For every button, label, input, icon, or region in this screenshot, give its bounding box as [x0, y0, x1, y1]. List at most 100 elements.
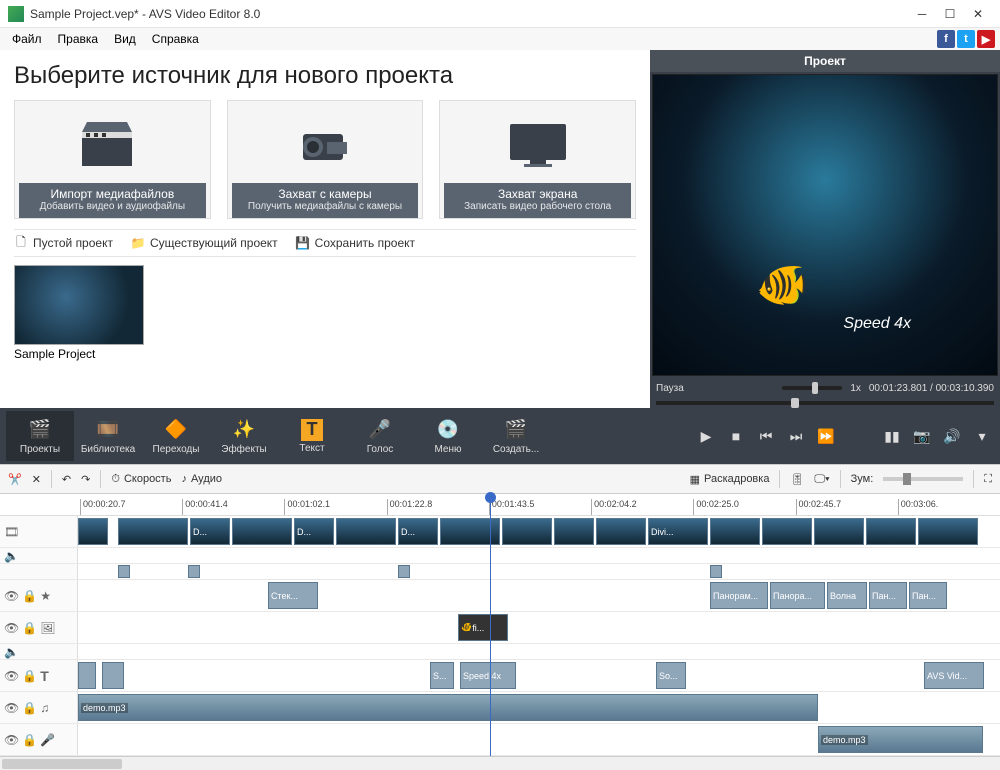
clapper-icon: 🎬 [28, 418, 52, 442]
tab-text[interactable]: TТекст [278, 411, 346, 461]
prev-button[interactable]: ⏮ [754, 424, 778, 448]
aspect-button[interactable]: 🖵▾ [814, 473, 829, 486]
speed-button[interactable]: ⏱Скорость [111, 473, 171, 486]
video-track-body[interactable]: D... D... D... Divi... [78, 516, 1000, 547]
effect-track: 👁🔒★ Стек... Панорам... Панора... Волна П… [0, 580, 1000, 612]
video-clip[interactable] [336, 518, 396, 545]
tab-voice[interactable]: 🎤Голос [346, 411, 414, 461]
storyboard-button[interactable]: ▦Раскадровка [690, 473, 770, 486]
tab-menu[interactable]: 💿Меню [414, 411, 482, 461]
cut-button[interactable]: ✂️ [8, 473, 22, 486]
video-clip[interactable] [866, 518, 916, 545]
video-clip[interactable]: D... [398, 518, 438, 545]
tab-projects[interactable]: 🎬Проекты [6, 411, 74, 461]
more-button[interactable]: ▾ [970, 424, 994, 448]
text-track: 👁🔒T S... Speed 4x So... AVS Vid... [0, 660, 1000, 692]
undo-button[interactable]: ↶ [62, 473, 71, 486]
fit-button[interactable]: ⛶ [984, 473, 992, 486]
card-screen[interactable]: Захват экранаЗаписать видео рабочего сто… [439, 100, 636, 219]
voice-clip[interactable]: demo.mp3 [818, 726, 983, 753]
effect-clip[interactable]: Пан... [869, 582, 907, 609]
redo-button[interactable]: ↷ [81, 473, 90, 486]
video-clip[interactable] [232, 518, 292, 545]
menu-file[interactable]: Файл [4, 30, 50, 48]
effect-clip[interactable]: Панорам... [710, 582, 768, 609]
audio-button[interactable]: ♪Аудио [181, 473, 222, 485]
video-clip[interactable] [502, 518, 552, 545]
seek-bar[interactable] [656, 401, 994, 405]
menu-help[interactable]: Справка [144, 30, 207, 48]
close-button[interactable]: ✕ [964, 3, 992, 25]
text-clip[interactable]: S... [430, 662, 454, 689]
tab-transitions[interactable]: 🔶Переходы [142, 411, 210, 461]
video-clip[interactable] [596, 518, 646, 545]
effect-clip[interactable]: Волна [827, 582, 867, 609]
effect-clip[interactable]: Пан... [909, 582, 947, 609]
maximize-button[interactable]: ☐ [936, 3, 964, 25]
transition-clip[interactable] [188, 565, 200, 578]
save-project[interactable]: 💾Сохранить проект [296, 236, 415, 250]
transition-clip[interactable] [118, 565, 130, 578]
stop-button[interactable]: ■ [724, 424, 748, 448]
card-camera[interactable]: Захват с камерыПолучить медиафайлы с кам… [227, 100, 424, 219]
play-button[interactable]: ▶ [694, 424, 718, 448]
video-clip[interactable] [710, 518, 760, 545]
effect-clip[interactable]: Панора... [770, 582, 825, 609]
video-clip[interactable]: D... [190, 518, 230, 545]
audio-clip[interactable]: demo.mp3 [78, 694, 818, 721]
snapshot-button[interactable]: 📷 [910, 424, 934, 448]
text-clip[interactable] [78, 662, 96, 689]
step-button[interactable]: ⏩ [814, 424, 838, 448]
preview-viewport[interactable]: 🐠 Speed 4x [652, 74, 998, 376]
volume-button[interactable]: 🔊 [940, 424, 964, 448]
zoom-slider[interactable] [883, 477, 963, 481]
facebook-icon[interactable]: f [937, 30, 955, 48]
video-clip[interactable] [554, 518, 594, 545]
horizontal-scrollbar[interactable] [0, 756, 1000, 770]
transition-clip[interactable] [398, 565, 410, 578]
tab-effects[interactable]: ✨Эффекты [210, 411, 278, 461]
video-clip[interactable]: D... [294, 518, 334, 545]
video-clip[interactable] [762, 518, 812, 545]
film-icon: 🎞 [4, 525, 19, 539]
delete-button[interactable]: ✕ [32, 473, 41, 486]
play-status: Пауза [656, 383, 684, 394]
text-clip[interactable] [102, 662, 124, 689]
effect-clip[interactable]: Стек... [268, 582, 318, 609]
text-clip[interactable]: Speed 4x [460, 662, 516, 689]
video-clip[interactable] [118, 518, 188, 545]
tab-library[interactable]: 🎞️Библиотека [74, 411, 142, 461]
next-button[interactable]: ⏭ [784, 424, 808, 448]
project-thumbnail[interactable]: Sample Project [14, 265, 144, 361]
speed-slider[interactable] [782, 386, 842, 390]
split-button[interactable]: ▮▮ [880, 424, 904, 448]
titlebar: Sample Project.vep* - AVS Video Editor 8… [0, 0, 1000, 28]
speaker-icon: 🔈 [4, 645, 19, 659]
video-clip[interactable] [78, 518, 108, 545]
overlay-clip[interactable]: 🐠fi... [458, 614, 508, 641]
lock-icon: 🔒 [22, 701, 37, 715]
blank-project[interactable]: 🗋Пустой проект [14, 236, 113, 250]
video-clip[interactable] [814, 518, 864, 545]
speed-icon: ⏱ [111, 473, 120, 486]
menu-edit[interactable]: Правка [50, 30, 107, 48]
transition-clip[interactable] [710, 565, 722, 578]
video-clip[interactable] [440, 518, 500, 545]
text-icon: T [301, 419, 323, 441]
playhead[interactable] [490, 494, 491, 756]
text-clip[interactable]: So... [656, 662, 686, 689]
text-clip[interactable]: AVS Vid... [924, 662, 984, 689]
minimize-button[interactable]: ─ [908, 3, 936, 25]
twitter-icon[interactable]: t [957, 30, 975, 48]
panel-heading: Выберите источник для нового проекта [14, 62, 636, 90]
video-clip[interactable] [918, 518, 978, 545]
tab-produce[interactable]: 🎬Создать... [482, 411, 550, 461]
menu-view[interactable]: Вид [106, 30, 144, 48]
volume-mix-button[interactable]: 🎚 [790, 473, 804, 486]
card-import[interactable]: Импорт медиафайловДобавить видео и аудио… [14, 100, 211, 219]
thumbnail-label: Sample Project [14, 347, 144, 361]
video-clip[interactable]: Divi... [648, 518, 708, 545]
existing-project[interactable]: 📁Существующий проект [131, 236, 278, 250]
time-ruler[interactable]: 00:00:20.7 00:00:41.4 00:01:02.1 00:01:2… [0, 494, 1000, 516]
youtube-icon[interactable]: ▶ [977, 30, 995, 48]
